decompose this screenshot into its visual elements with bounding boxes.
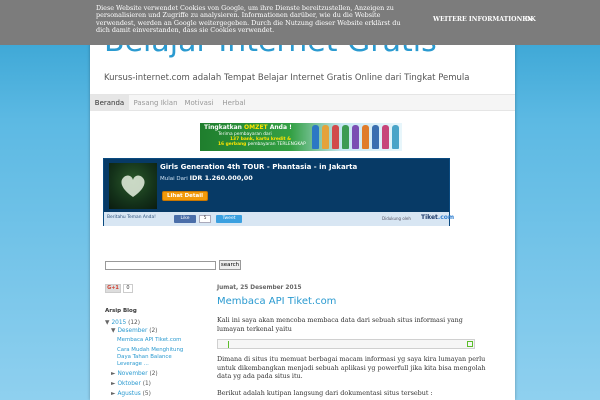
banner-headline-highlight: OMZET bbox=[244, 124, 268, 131]
search-button[interactable]: search bbox=[219, 260, 241, 270]
post-paragraph: Berikut adalah kutipan langsung dari dok… bbox=[217, 389, 433, 397]
tab-beranda[interactable]: Beranda bbox=[90, 95, 129, 111]
tab-motivasi[interactable]: Motivasi bbox=[182, 95, 216, 111]
tiket-logo-main: Tiket bbox=[421, 214, 438, 221]
triangle-right-icon[interactable]: ► bbox=[111, 381, 115, 387]
archive-month-oktober[interactable]: ► Oktober (1) bbox=[111, 381, 151, 387]
archive-post-link[interactable]: Cara Mudah Menghitung Daya Tahan Balance… bbox=[117, 347, 187, 368]
banner-person-figure bbox=[322, 125, 329, 149]
archive-month-agustus[interactable]: ► Agustus (5) bbox=[111, 391, 151, 397]
triangle-down-icon[interactable]: ▼ bbox=[111, 328, 115, 334]
omzet-ad-banner[interactable]: Tingkatkan OMZET Anda ! Terima pembayara… bbox=[200, 123, 402, 151]
tiket-logo-suffix: .com bbox=[437, 214, 455, 221]
archive-title: Arsip Blog bbox=[105, 308, 137, 314]
banner-person-figure bbox=[352, 125, 359, 149]
banner-headline: Tingkatkan OMZET Anda ! bbox=[204, 124, 292, 131]
archive-month-november[interactable]: ► November (2) bbox=[111, 371, 158, 377]
archive-month-desember[interactable]: ▼ Desember (2) bbox=[111, 328, 157, 334]
triangle-down-icon[interactable]: ▼ bbox=[105, 320, 109, 326]
archive-month-label[interactable]: Agustus bbox=[117, 391, 140, 397]
blog-description: Kursus-internet.com adalah Tempat Belaja… bbox=[104, 73, 470, 83]
archive-post-link[interactable]: Membaca API Tiket.com bbox=[117, 337, 187, 344]
tiket-event-widget: Girls Generation 4th TOUR - Phantasia - … bbox=[103, 158, 454, 226]
page-tabs: Beranda Pasang Iklan Motivasi Herbal bbox=[90, 94, 515, 111]
google-plus-one-button[interactable]: G+1 bbox=[105, 284, 121, 293]
more-info-button[interactable]: WEITERE INFORMATIONEN bbox=[433, 16, 533, 23]
expand-icon[interactable] bbox=[467, 341, 473, 347]
event-price: Mulai Dari IDR 1.260.000,00 bbox=[160, 174, 253, 182]
tab-herbal[interactable]: Herbal bbox=[219, 95, 249, 111]
archive-month-label[interactable]: November bbox=[117, 371, 147, 377]
banner-person-figure bbox=[372, 125, 379, 149]
archive-year-label[interactable]: 2015 bbox=[111, 320, 126, 326]
archive-month-count: (2) bbox=[149, 371, 158, 377]
event-thumbnail[interactable] bbox=[109, 163, 157, 209]
heart-icon bbox=[121, 175, 145, 197]
banner-person-figure bbox=[312, 125, 319, 149]
banner-person-figure bbox=[382, 125, 389, 149]
search-input[interactable] bbox=[105, 261, 216, 270]
event-title[interactable]: Girls Generation 4th TOUR - Phantasia - … bbox=[160, 163, 357, 171]
cookie-ok-button[interactable]: OK bbox=[525, 16, 536, 23]
banner-person-figure bbox=[392, 125, 399, 149]
triangle-right-icon[interactable]: ► bbox=[111, 391, 115, 397]
archive-month-count: (2) bbox=[149, 328, 158, 334]
price-label: Mulai Dari bbox=[160, 176, 188, 182]
post-title[interactable]: Membaca API Tiket.com bbox=[217, 296, 336, 307]
google-plus-count: 0 bbox=[123, 284, 133, 293]
cookie-consent-bar: Diese Website verwendet Cookies von Goog… bbox=[0, 0, 600, 45]
cookie-message: Diese Website verwendet Cookies von Goog… bbox=[96, 4, 401, 34]
banner-person-figure bbox=[332, 125, 339, 149]
banner-person-figure bbox=[362, 125, 369, 149]
archive-month-label[interactable]: Desember bbox=[117, 328, 147, 334]
facebook-like-button[interactable]: Like bbox=[174, 215, 196, 223]
embedded-code-box[interactable] bbox=[217, 339, 475, 349]
price-value: IDR 1.260.000,00 bbox=[189, 174, 253, 182]
archive-month-count: (1) bbox=[142, 381, 151, 387]
tab-pasang-iklan[interactable]: Pasang Iklan bbox=[132, 95, 179, 111]
archive-year-2015[interactable]: ▼ 2015 (12) bbox=[105, 320, 140, 326]
share-label: Beritahu Teman Anda! bbox=[107, 215, 156, 220]
banner-line3-highlight: 16 gerbang bbox=[218, 142, 247, 147]
banner-person-figure bbox=[342, 125, 349, 149]
archive-month-count: (5) bbox=[142, 391, 151, 397]
tweet-button[interactable]: Tweet bbox=[216, 215, 242, 223]
post-date: Jumat, 25 Desember 2015 bbox=[217, 285, 302, 291]
post-paragraph: Kali ini saya akan mencoba membaca data … bbox=[217, 316, 463, 333]
banner-line3: 16 gerbang pembayaran TERLENGKAP bbox=[218, 142, 306, 147]
banner-line3-suffix: pembayaran TERLENGKAP bbox=[247, 142, 306, 147]
archive-year-count: (12) bbox=[128, 320, 140, 326]
banner-headline-prefix: Tingkatkan bbox=[204, 124, 242, 131]
powered-by-label: Didukung oleh bbox=[382, 216, 411, 221]
tiket-logo[interactable]: Tiket.com bbox=[421, 214, 454, 221]
facebook-like-count: 5 bbox=[199, 215, 211, 223]
archive-month-label[interactable]: Oktober bbox=[117, 381, 140, 387]
widget-share-footer: Beritahu Teman Anda! Like 5 Tweet Diduku… bbox=[104, 212, 454, 226]
view-detail-button[interactable]: Lihat Detail bbox=[162, 191, 208, 201]
banner-headline-suffix: Anda ! bbox=[269, 124, 292, 131]
code-marker bbox=[228, 341, 229, 348]
triangle-right-icon[interactable]: ► bbox=[111, 371, 115, 377]
post-paragraph: Dimana di situs itu memuat berbagai maca… bbox=[217, 355, 486, 380]
